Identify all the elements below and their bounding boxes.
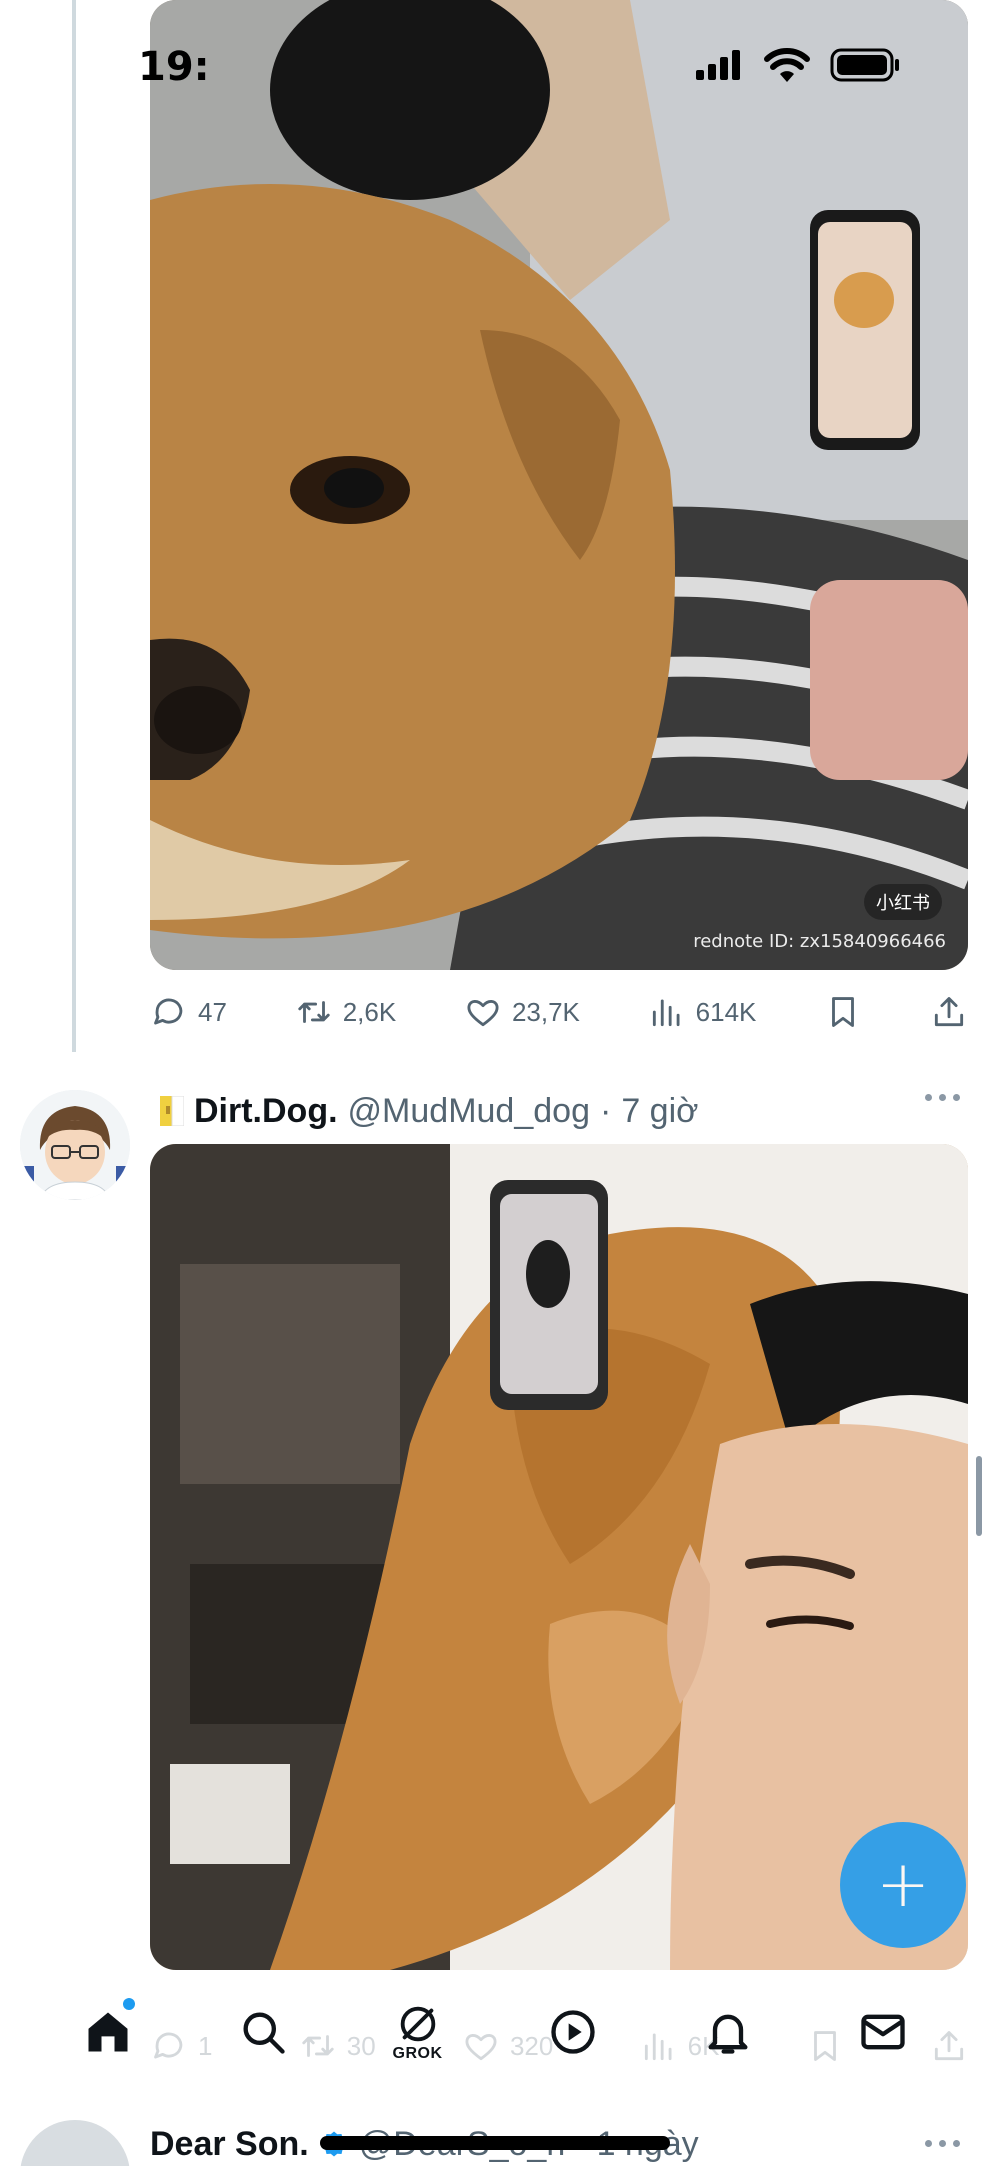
flag-icon [160,1095,185,1127]
media-illustration-1 [150,0,968,970]
media-illustration-2 [150,1144,968,1970]
display-name[interactable]: Dirt.Dog. [194,1092,338,1131]
like-count: 23,7K [511,996,580,1027]
reply-icon [154,998,183,1025]
play-icon [550,2010,595,2054]
tweet-time[interactable]: 7 giờ [621,1092,698,1131]
views-button[interactable]: 614K [648,993,757,1031]
nav-search[interactable] [218,1992,308,2072]
next-display-name[interactable]: Dear Son. [150,2125,309,2164]
tweet-media-dog-crying[interactable]: 小红书 rednote ID: zx15840966466 [150,0,968,970]
thread-line [72,0,76,1052]
next-avatar[interactable] [20,2120,130,2166]
avatar-illustration [20,1090,130,1200]
tweet-actions: 47 2,6K 23,7K 614K [150,982,968,1042]
tweet-media-man-with-dog[interactable] [150,1144,968,1970]
compose-button[interactable]: + [840,1822,966,1948]
nav-messages[interactable] [838,1992,928,2072]
bookmark-icon [832,997,855,1027]
tweet-header: Dirt.Dog. @MudMud_dog · 7 giờ [160,1086,698,1136]
next-more-options-icon[interactable] [925,2140,960,2147]
heart-icon [467,1000,499,1027]
grok-icon [400,2006,435,2042]
nav-video[interactable] [528,1992,618,2072]
like-button[interactable]: 23,7K [464,993,580,1031]
share-icon [934,997,964,1027]
nav-notifications[interactable] [683,1992,773,2072]
home-icon [88,2012,127,2052]
bell-icon [708,2014,747,2054]
mail-icon [860,2014,905,2050]
views-count: 614K [695,996,757,1027]
header-separator: · [599,1091,612,1130]
watermark-badge: 小红书 [864,884,942,920]
more-options-icon[interactable] [925,1094,960,1101]
search-icon [243,2012,285,2054]
analytics-icon [652,999,680,1027]
reply-count: 47 [198,996,227,1027]
retweet-button[interactable]: 2,6K [295,993,397,1031]
home-notification-dot [122,1998,135,2010]
handle[interactable]: @MudMud_dog [348,1092,590,1131]
retweet-count: 2,6K [342,996,397,1027]
avatar[interactable] [20,1090,130,1200]
nav-grok[interactable]: GROK [373,1992,463,2072]
watermark-id: rednote ID: zx15840966466 [693,931,946,952]
home-indicator[interactable] [320,2136,670,2150]
scroll-indicator[interactable] [976,1456,982,1536]
nav-home[interactable] [63,1992,153,2072]
bookmark-button[interactable] [824,993,862,1031]
reply-button[interactable]: 47 [150,993,227,1031]
share-button[interactable] [930,993,968,1031]
grok-label: GROK [392,2045,443,2062]
bottom-nav: GROK [0,1972,990,2092]
retweet-icon [298,1001,330,1023]
